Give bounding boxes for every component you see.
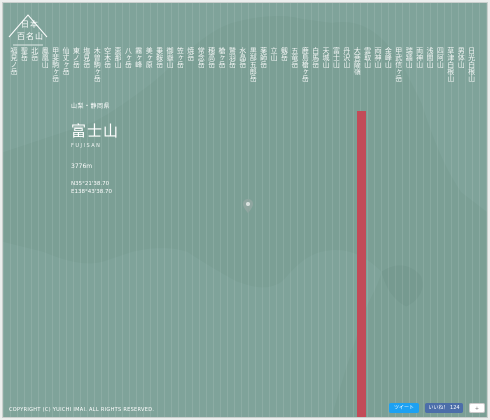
mountain-name-item[interactable]: 薬師岳 — [259, 47, 268, 68]
tweet-button[interactable]: ツイート — [389, 403, 419, 413]
selected-mountain-bar[interactable] — [357, 111, 366, 417]
mountain-name-item[interactable]: 水晶岳 — [238, 47, 247, 68]
mountain-romanization: FUJISAN — [71, 143, 102, 149]
mountain-coordinates: N35°21'38.70 E138°43'38.70 — [71, 180, 119, 196]
mountain-name-item[interactable]: 聖岳 — [19, 47, 28, 61]
mountain-name-item[interactable]: 福見ノ岳 — [9, 47, 18, 75]
mountain-name-item[interactable]: 恵那山 — [113, 47, 122, 68]
facebook-like-button[interactable]: いいね！ 124 — [425, 403, 463, 413]
mountain-name-item[interactable]: 北岳 — [30, 47, 39, 61]
mountain-name-item[interactable]: 黒部五郎岳 — [248, 47, 257, 82]
mountain-elevation: 3776m — [71, 163, 93, 170]
mountain-name-item[interactable]: 鹿島槍ヶ岳 — [300, 47, 309, 82]
mountain-name-item[interactable]: 穂高岳 — [207, 47, 216, 68]
mountain-name-item[interactable]: 空木岳 — [103, 47, 112, 68]
mountain-name-item[interactable]: 四阿山 — [435, 47, 444, 68]
mountain-name-item[interactable]: 木曽駒ヶ岳 — [92, 47, 101, 82]
mountain-title: 富士山 — [71, 122, 120, 140]
mountain-name-item[interactable]: 東ノ岳 — [71, 47, 80, 68]
mountain-name-item[interactable]: 常念岳 — [196, 47, 205, 68]
prefecture-label: 山梨・静岡県 — [71, 103, 111, 110]
mountain-name-item[interactable]: 雲取山 — [363, 47, 372, 68]
mountain-name-item[interactable]: 瑞牆山 — [404, 47, 413, 68]
mountain-info-panel: 山梨・静岡県 富士山 FUJISAN 3776m N35°21'38.70 E1… — [71, 101, 119, 196]
mountain-name-item[interactable]: 塩見岳 — [82, 47, 91, 68]
like-label: いいね！ 124 — [428, 405, 460, 411]
tweet-label: ツイート — [393, 405, 414, 411]
longitude: E138°43'38.70 — [71, 189, 112, 195]
mountain-name-item[interactable]: 乗鞍岳 — [155, 47, 164, 68]
mountain-name-item[interactable]: 男体山 — [456, 47, 465, 68]
mountain-name-item[interactable]: 両神山 — [373, 47, 382, 68]
mountain-name-item[interactable]: 富士山 — [331, 47, 340, 68]
google-plus-button[interactable]: + — [469, 403, 485, 413]
mountain-name-item[interactable]: 五竜岳 — [290, 47, 299, 68]
mountain-name-item[interactable]: 天城山 — [321, 47, 330, 68]
mountain-name-item[interactable]: 槍ヶ岳 — [217, 47, 226, 68]
mountain-name-item[interactable]: 仙丈ヶ岳 — [61, 47, 70, 75]
mountain-name-item[interactable]: 御嶽山 — [165, 47, 174, 68]
mountain-name-item[interactable]: 鷲羽岳 — [227, 47, 236, 68]
mountain-name-item[interactable]: 笠ヶ岳 — [175, 47, 184, 68]
app-frame: 日本 百名山 福見ノ岳 聖岳 北岳 鳳凰山 甲斐駒ヶ岳 仙丈ヶ岳 東ノ岳 塩見岳 木曽駒ヶ岳 空木… — [2, 2, 488, 418]
mountain-name-item[interactable]: 立山 — [269, 47, 278, 61]
mountain-name-item[interactable]: 金峰山 — [383, 47, 392, 68]
mountain-name-item[interactable]: 両神山 — [415, 47, 424, 68]
mountain-name-item[interactable]: 草津白根山 — [446, 47, 455, 82]
mountain-name-item[interactable]: 甲武信ヶ岳 — [394, 47, 403, 82]
mountain-name-item[interactable]: 丹沢山 — [342, 47, 351, 68]
latitude: N35°21'38.70 — [71, 181, 110, 187]
mountain-name-item[interactable]: 美ヶ原 — [144, 47, 153, 68]
mountain-name-item[interactable]: 霧ヶ峰 — [134, 47, 143, 68]
mountain-name-list: 福見ノ岳 聖岳 北岳 鳳凰山 甲斐駒ヶ岳 仙丈ヶ岳 東ノ岳 塩見岳 木曽駒ヶ岳 空木岳 恵那山 八ヶ岳… — [3, 3, 487, 103]
gplus-label: + — [474, 406, 480, 412]
location-pin-icon[interactable] — [243, 199, 253, 213]
mountain-name-item[interactable]: 日光白根山 — [467, 47, 476, 82]
mountain-name-item[interactable]: 白馬岳 — [311, 47, 320, 68]
mountain-name-item[interactable]: 甲斐駒ヶ岳 — [51, 47, 60, 82]
mountain-name-item[interactable]: 鳳凰山 — [40, 47, 49, 68]
mountain-name-item[interactable]: 浅間山 — [425, 47, 434, 68]
copyright-text: COPYRIGHT (C) YUICHI IMAI. ALL RIGHTS RE… — [9, 407, 155, 413]
mountain-name-item[interactable]: 剱岳 — [279, 47, 288, 61]
mountain-name-item[interactable]: 焼岳 — [186, 47, 195, 61]
mountain-name-item[interactable]: 大菩薩嶺 — [352, 47, 361, 75]
mountain-name-item[interactable]: 八ヶ岳 — [123, 47, 132, 68]
